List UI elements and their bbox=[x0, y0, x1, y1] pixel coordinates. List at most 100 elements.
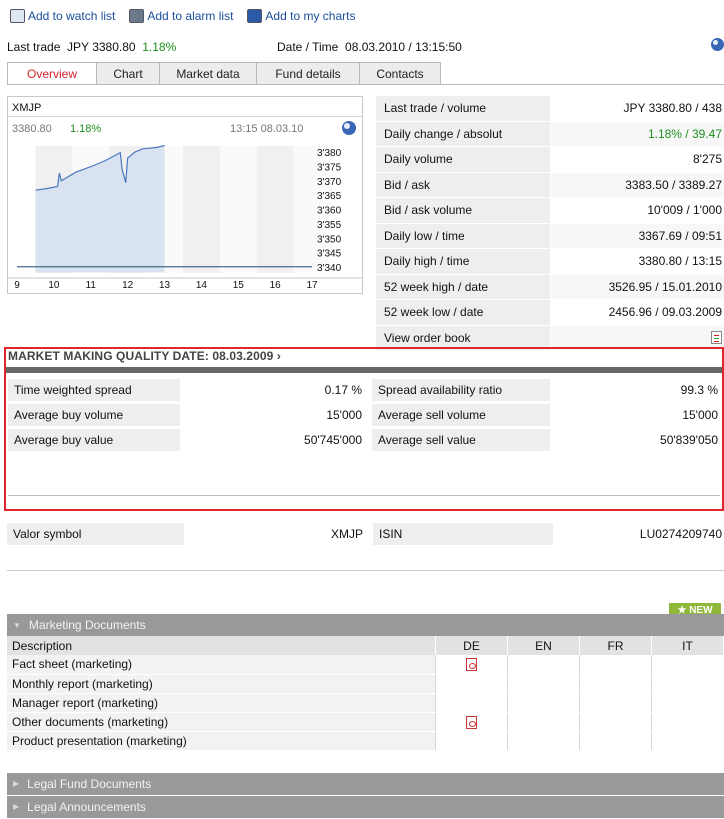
quote-label: 52 week low / date bbox=[376, 300, 550, 325]
document-description[interactable]: Monthly report (marketing) bbox=[7, 674, 436, 694]
column-fr: FR bbox=[579, 636, 652, 655]
add-to-alarm-list-label: Add to alarm list bbox=[147, 9, 234, 23]
intraday-chart: 3'380 3'375 3'370 3'365 3'360 3'355 3'350 3'345… bbox=[8, 144, 362, 291]
tab-divider bbox=[7, 84, 724, 85]
marketing-documents-header[interactable]: ▼ Marketing Documents bbox=[7, 614, 724, 636]
x-tick-label: 15 bbox=[233, 280, 245, 291]
quote-label: Bid / ask volume bbox=[376, 198, 550, 223]
expand-arrow-icon: ▶ bbox=[13, 802, 20, 811]
mmq-label: Time weighted spread bbox=[8, 379, 180, 401]
mmq-label: Average sell value bbox=[372, 429, 550, 451]
add-to-alarm-list-link[interactable]: Add to alarm list bbox=[129, 9, 233, 23]
hour-band bbox=[219, 146, 257, 273]
document-language-cell bbox=[579, 693, 652, 713]
mmq-label: Average buy volume bbox=[8, 404, 180, 426]
mmq-row: Average buy volume 15'000 Average sell vol… bbox=[8, 404, 720, 426]
y-tick-label: 3'365 bbox=[317, 191, 342, 202]
date-time-line: Date / Time 08.03.2010 / 13:15:50 bbox=[277, 40, 462, 54]
price-chart-panel[interactable]: XMJP 3380.80 1.18% 13:15 08.03.10 3'380 3… bbox=[7, 96, 363, 294]
column-en: EN bbox=[507, 636, 580, 655]
last-trade-price: 3380.80 bbox=[92, 40, 136, 54]
mmq-grid: Time weighted spread 0.17 % Spread availab… bbox=[8, 379, 720, 454]
last-trade-label: Last trade bbox=[7, 40, 61, 54]
mmq-value: 99.3 % bbox=[680, 383, 718, 397]
quote-value: 3380.80 / 13:15 bbox=[638, 254, 722, 269]
tab-chart[interactable]: Chart bbox=[96, 62, 160, 84]
tab-overview[interactable]: Overview bbox=[7, 62, 97, 85]
document-language-cell bbox=[579, 655, 652, 675]
tab-contacts[interactable]: Contacts bbox=[359, 62, 441, 84]
x-tick-label: 16 bbox=[270, 280, 282, 291]
marketing-documents-table: Description DE EN FR IT Fact sheet (mark… bbox=[7, 636, 724, 751]
legal-fund-documents-header[interactable]: ▶ Legal Fund Documents bbox=[7, 772, 724, 795]
document-language-cell bbox=[507, 731, 580, 751]
market-making-quality-header[interactable]: MARKET MAKING QUALITY DATE: 08.03.2009 › bbox=[8, 349, 281, 363]
document-language-cell bbox=[435, 655, 508, 675]
document-language-cell bbox=[651, 693, 724, 713]
quote-value: 3383.50 / 3389.27 bbox=[551, 172, 724, 197]
quote-row: Daily change / absolut 1.18% / 39.47 bbox=[376, 121, 724, 147]
order-book-icon[interactable] bbox=[711, 331, 722, 345]
quote-details-table: Last trade / volume JPY 3380.80 / 438 Dail… bbox=[376, 96, 724, 351]
add-to-watch-list-link[interactable]: Add to watch list bbox=[10, 9, 115, 23]
document-language-cell bbox=[435, 731, 508, 751]
last-trade-change: 1.18% bbox=[142, 40, 177, 54]
hour-band bbox=[182, 146, 220, 273]
document-row[interactable]: Other documents (marketing) bbox=[7, 712, 724, 732]
document-language-cell bbox=[507, 674, 580, 694]
mmq-row: Average buy value 50'745'000 Average sell … bbox=[8, 429, 720, 451]
document-description[interactable]: Fact sheet (marketing) bbox=[7, 655, 436, 675]
legal-announcements-title: Legal Announcements bbox=[27, 799, 146, 814]
mmq-value: 50'839'050 bbox=[660, 433, 718, 447]
document-row[interactable]: Product presentation (marketing) bbox=[7, 731, 724, 751]
document-language-cell bbox=[651, 674, 724, 694]
document-description[interactable]: Product presentation (marketing) bbox=[7, 731, 436, 751]
y-tick-label: 3'340 bbox=[317, 263, 342, 274]
pdf-icon[interactable] bbox=[466, 715, 477, 729]
last-trade-currency: JPY bbox=[67, 40, 89, 54]
add-to-my-charts-label: Add to my charts bbox=[265, 9, 356, 23]
x-tick-label: 11 bbox=[86, 280, 97, 291]
document-row[interactable]: Monthly report (marketing) bbox=[7, 674, 724, 694]
y-tick-label: 3'360 bbox=[317, 206, 342, 217]
quote-label: Last trade / volume bbox=[376, 96, 550, 121]
quote-row: Daily volume 8'275 bbox=[376, 147, 724, 173]
document-language-cell bbox=[435, 693, 508, 713]
column-de: DE bbox=[435, 636, 508, 655]
y-tick-label: 3'345 bbox=[317, 249, 342, 260]
globe-icon[interactable] bbox=[711, 38, 724, 51]
legal-announcements-header[interactable]: ▶ Legal Announcements bbox=[7, 795, 724, 818]
document-row[interactable]: Fact sheet (marketing) bbox=[7, 655, 724, 675]
valor-symbol-label: Valor symbol bbox=[7, 523, 184, 545]
watch-list-icon bbox=[10, 9, 25, 23]
document-language-cell bbox=[435, 674, 508, 694]
pdf-icon[interactable] bbox=[466, 658, 477, 672]
marketing-documents-title: Marketing Documents bbox=[28, 618, 146, 632]
document-description[interactable]: Manager report (marketing) bbox=[7, 693, 436, 713]
action-bar: Add to watch list Add to alarm list Add … bbox=[10, 7, 355, 25]
quote-label: Daily volume bbox=[376, 147, 550, 172]
mmq-label: Average sell volume bbox=[372, 404, 550, 426]
quote-value: 3367.69 / 09:51 bbox=[551, 223, 724, 248]
mmq-value: 0.17 % bbox=[324, 383, 362, 397]
add-to-my-charts-link[interactable]: Add to my charts bbox=[247, 9, 355, 23]
document-description[interactable]: Other documents (marketing) bbox=[7, 712, 436, 732]
mmq-header-bar bbox=[6, 367, 722, 373]
quote-value: 10'009 / 1'000 bbox=[647, 203, 722, 218]
document-language-cell bbox=[579, 731, 652, 751]
x-tick-label: 17 bbox=[306, 280, 318, 291]
tab-fund-details[interactable]: Fund details bbox=[256, 62, 360, 84]
legal-fund-documents-title: Legal Fund Documents bbox=[27, 776, 152, 791]
quote-value: JPY 3380.80 / 438 bbox=[623, 101, 722, 116]
document-row[interactable]: Manager report (marketing) bbox=[7, 693, 724, 713]
column-it: IT bbox=[651, 636, 724, 655]
tab-market-data[interactable]: Market data bbox=[159, 62, 257, 84]
y-tick-label: 3'375 bbox=[317, 162, 342, 173]
expand-arrow-icon: ▶ bbox=[13, 779, 20, 788]
quote-value: 1.18% / 39.47 bbox=[551, 121, 724, 146]
x-tick-label: 14 bbox=[196, 280, 208, 291]
y-tick-label: 3'370 bbox=[317, 177, 342, 188]
quote-row: Bid / ask 3383.50 / 3389.27 bbox=[376, 172, 724, 198]
document-language-cell bbox=[579, 712, 652, 732]
mmq-label: Spread availability ratio bbox=[372, 379, 550, 401]
